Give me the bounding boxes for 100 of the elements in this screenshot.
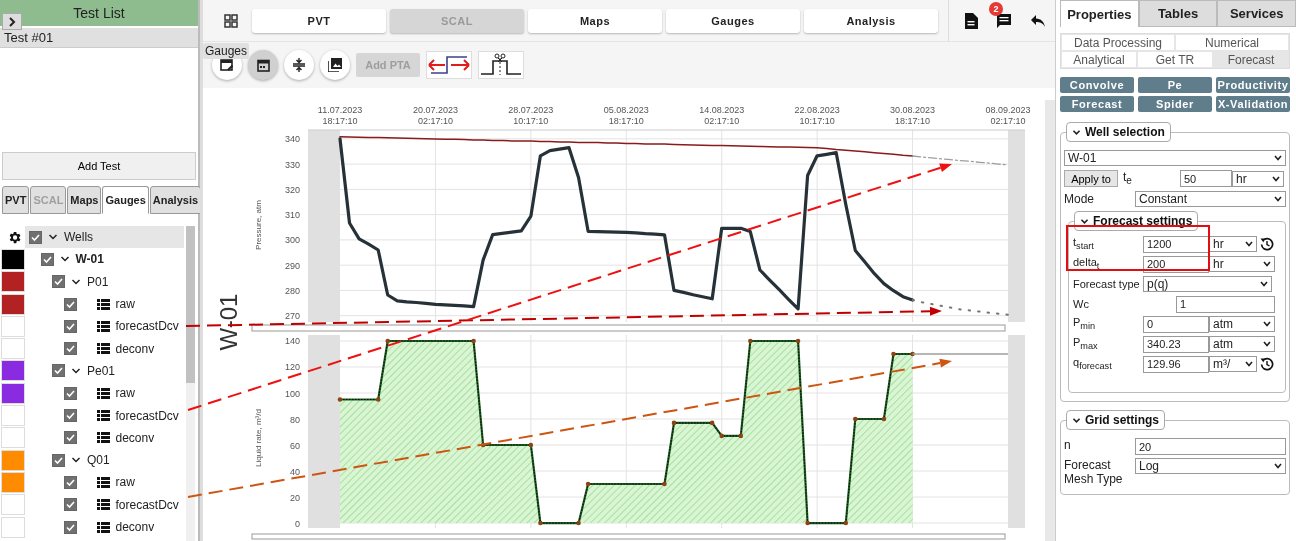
test-item[interactable]: Test #01	[0, 28, 198, 48]
checkbox[interactable]	[63, 297, 77, 311]
checkbox[interactable]	[52, 364, 65, 378]
nav-tab[interactable]: Maps	[528, 8, 662, 33]
tab[interactable]: Tables	[1138, 0, 1218, 27]
grid-icon[interactable]	[224, 13, 238, 28]
unit-select[interactable]: hr	[1209, 256, 1275, 272]
tree-item[interactable]: forecastDcv	[115, 408, 179, 423]
action-button[interactable]: Spider	[1138, 96, 1212, 112]
reset-icon[interactable]	[1260, 357, 1274, 371]
well-select[interactable]: W-01	[1064, 150, 1286, 166]
color-swatch[interactable]	[0, 382, 25, 404]
checkbox[interactable]	[63, 475, 77, 489]
tree-item[interactable]: raw	[115, 297, 135, 312]
unit-select[interactable]: atm	[1209, 336, 1275, 352]
document-icon[interactable]	[964, 12, 978, 29]
checkbox[interactable]	[63, 409, 77, 422]
chevron-icon[interactable]	[71, 366, 81, 375]
checkbox[interactable]	[29, 230, 42, 244]
checkbox[interactable]	[52, 453, 65, 467]
tree-item[interactable]: Q01	[87, 453, 110, 468]
color-swatch[interactable]	[0, 427, 25, 449]
add-test-button[interactable]: Add Test	[2, 152, 196, 180]
text-field[interactable]: 50	[1180, 170, 1232, 187]
tab[interactable]: Analysis	[149, 186, 202, 214]
tree-item[interactable]: W-01	[75, 252, 104, 267]
collapse-button[interactable]	[284, 50, 314, 80]
text-field[interactable]: 1200	[1143, 235, 1209, 253]
chevron-icon[interactable]	[71, 277, 81, 286]
nav-tab[interactable]: PVT	[252, 8, 386, 33]
color-swatch[interactable]	[0, 405, 25, 426]
expand-button[interactable]	[2, 13, 22, 30]
scrollbar[interactable]	[186, 226, 195, 541]
color-swatch[interactable]	[0, 360, 25, 382]
checkbox[interactable]	[40, 252, 54, 266]
mode-select[interactable]: Constant	[1135, 191, 1286, 207]
tree-item[interactable]: P01	[87, 274, 109, 289]
tree-item[interactable]: deconv	[115, 341, 155, 356]
apply-to-button[interactable]: Apply to	[1064, 170, 1118, 187]
chevron-icon[interactable]	[71, 456, 81, 465]
section-toggle[interactable]: Well selection	[1066, 122, 1171, 142]
action-button[interactable]: X-Validation	[1216, 96, 1290, 112]
color-swatch[interactable]	[0, 271, 25, 293]
sub-tab[interactable]: Forecast	[1213, 51, 1289, 68]
section-toggle[interactable]: Grid settings	[1066, 410, 1165, 430]
tree-item[interactable]: Wells	[64, 230, 94, 245]
mesh-select[interactable]: Log	[1135, 458, 1286, 474]
tab[interactable]: Properties	[1060, 0, 1139, 27]
tab[interactable]: Gauges	[102, 186, 149, 214]
text-field[interactable]: 129.96	[1143, 355, 1209, 373]
reset-icon[interactable]	[1260, 237, 1274, 251]
color-swatch[interactable]	[0, 315, 25, 337]
color-swatch[interactable]	[0, 516, 25, 538]
sub-tab[interactable]: Data Processing	[1061, 34, 1175, 51]
checkbox[interactable]	[63, 319, 77, 333]
checkbox[interactable]	[63, 386, 77, 400]
nav-tab[interactable]: Gauges	[666, 8, 800, 33]
action-button[interactable]: Forecast	[1060, 96, 1134, 112]
chevron-icon[interactable]	[59, 255, 70, 264]
scrollbar[interactable]	[1045, 100, 1055, 541]
chat-icon[interactable]	[996, 12, 1012, 29]
tree-item[interactable]: forecastDcv	[115, 497, 179, 512]
checkbox[interactable]	[52, 275, 65, 289]
action-button[interactable]: Convolve	[1060, 77, 1134, 93]
reply-icon[interactable]	[1030, 13, 1046, 28]
checkbox[interactable]	[63, 431, 77, 445]
images-button[interactable]	[320, 50, 350, 80]
tree-item[interactable]: Pe01	[87, 363, 116, 378]
unit-select[interactable]: hr	[1232, 170, 1284, 187]
tab[interactable]: Maps	[67, 186, 102, 214]
tab[interactable]: Services	[1217, 0, 1296, 27]
calendar-button[interactable]	[248, 50, 278, 80]
shift-button[interactable]	[426, 51, 472, 79]
action-button[interactable]: Productivity	[1216, 77, 1290, 93]
text-field[interactable]: 1	[1176, 295, 1275, 313]
color-swatch[interactable]	[0, 449, 25, 471]
unit-select[interactable]: atm	[1209, 316, 1275, 332]
section-toggle[interactable]: Forecast settings	[1074, 211, 1199, 231]
sub-tab[interactable]: Analytical	[1061, 51, 1137, 68]
type-select[interactable]: p(q)	[1143, 276, 1272, 292]
range-slider[interactable]	[251, 324, 1006, 332]
unit-select[interactable]: m³/	[1209, 356, 1257, 372]
nav-tab[interactable]: Analysis	[804, 8, 938, 33]
text-field[interactable]: 0	[1143, 315, 1209, 333]
text-field[interactable]: 20	[1135, 438, 1286, 455]
cut-button[interactable]	[478, 51, 524, 79]
sub-tab[interactable]: Numerical	[1175, 34, 1289, 51]
chevron-icon[interactable]	[48, 233, 58, 242]
color-swatch[interactable]	[0, 248, 25, 270]
tree-item[interactable]: deconv	[115, 520, 155, 534]
color-swatch[interactable]	[0, 338, 25, 360]
checkbox[interactable]	[63, 520, 77, 534]
range-slider[interactable]	[251, 533, 1006, 540]
tree-item[interactable]: deconv	[115, 430, 155, 445]
settings-icon[interactable]	[7, 229, 22, 245]
color-swatch[interactable]	[0, 471, 25, 493]
tab[interactable]: PVT	[2, 186, 30, 214]
tree-item[interactable]: raw	[115, 475, 135, 490]
text-field[interactable]: 340.23	[1143, 335, 1209, 353]
tree-item[interactable]: forecastDcv	[115, 319, 179, 334]
